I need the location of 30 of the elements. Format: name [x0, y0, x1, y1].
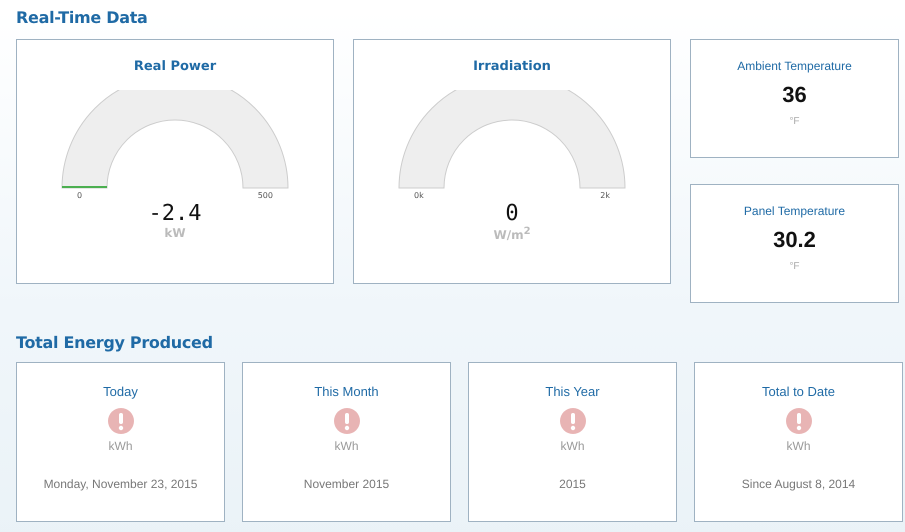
- gauge-value: 0: [505, 201, 519, 226]
- period-label: Since August 8, 2014: [742, 477, 856, 491]
- stat-title: Panel Temperature: [744, 204, 846, 218]
- gauge-title: Irradiation: [473, 59, 551, 74]
- stat-value: 36: [782, 82, 807, 108]
- period-title: This Month: [314, 384, 379, 399]
- unit-label: °F: [789, 116, 800, 127]
- gauge-min-label: 0: [77, 191, 82, 200]
- unit-label: °F: [789, 261, 800, 272]
- gauge-title: Real Power: [134, 59, 216, 74]
- unit-label: kW: [164, 226, 186, 240]
- period-label: November 2015: [304, 477, 390, 491]
- gauge-max-label: 500: [258, 191, 273, 200]
- period-label: Monday, November 23, 2015: [44, 477, 198, 491]
- stat-title: Ambient Temperature: [737, 59, 852, 73]
- unit-label: kWh: [786, 439, 810, 453]
- gauge-value: -2.4: [148, 201, 202, 226]
- section-heading: Real-Time Data: [16, 8, 149, 27]
- gauge-max-label: 2k: [600, 191, 610, 200]
- period-title: This Year: [545, 384, 600, 399]
- unit-label: kWh: [560, 439, 584, 453]
- unit-label: W/m$^{2}$: [493, 226, 531, 242]
- unit-label: kWh: [108, 439, 132, 453]
- gauge-min-label: 0k: [414, 191, 424, 200]
- period-title: Today: [103, 384, 138, 399]
- unit-label: kWh: [334, 439, 358, 453]
- section-heading: Total Energy Produced: [16, 333, 214, 352]
- stat-value: 30.2: [773, 227, 816, 253]
- period-title: Total to Date: [762, 384, 835, 399]
- period-label: 2015: [559, 477, 586, 491]
